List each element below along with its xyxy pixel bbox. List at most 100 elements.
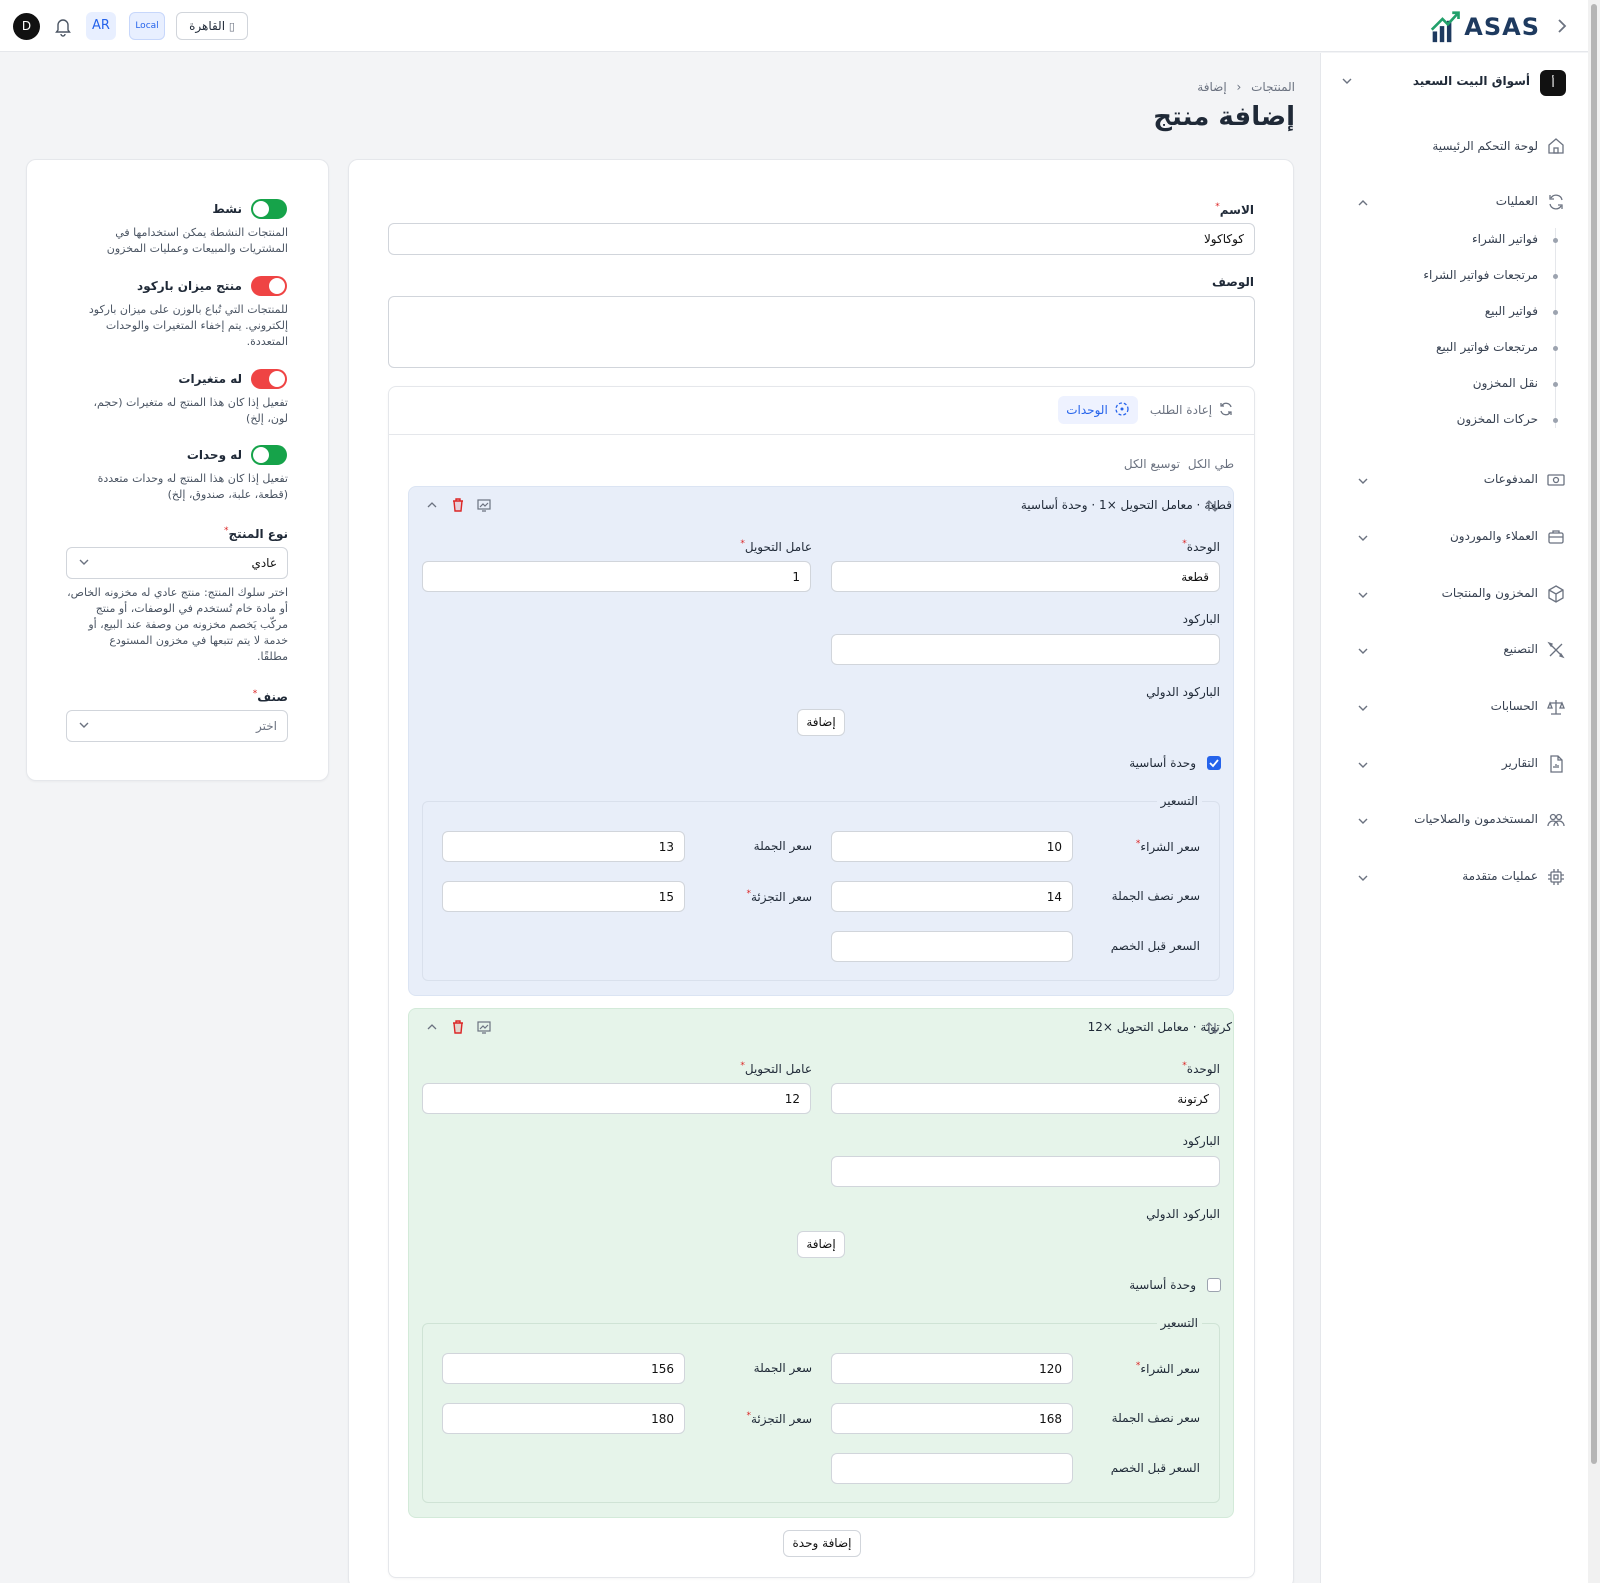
description-label: الوصف	[1211, 275, 1254, 289]
purchase-price-input[interactable]: 120	[831, 1353, 1073, 1384]
breadcrumb-root[interactable]: المنتجات	[1251, 80, 1295, 94]
name-input[interactable]: كوكاكولا	[388, 223, 1255, 255]
add-intl-barcode-button[interactable]: إضافة	[797, 709, 845, 736]
bell-icon[interactable]	[52, 15, 74, 37]
has-units-title: له وحدات	[186, 448, 242, 462]
name-label: الاسم*	[1215, 202, 1254, 217]
add-intl-barcode-button[interactable]: إضافة	[797, 1231, 845, 1258]
retail-price-input[interactable]: 180	[442, 1403, 685, 1434]
chart-icon[interactable]	[476, 497, 492, 513]
home-icon	[1546, 136, 1566, 156]
environment-badge[interactable]: Local	[129, 12, 165, 40]
chevron-up-icon[interactable]	[424, 497, 440, 513]
sidebar-item-advanced-operations[interactable]: عمليات متقدمة	[1462, 869, 1538, 883]
variants-toggle[interactable]	[251, 369, 287, 389]
sidebar-item-inventory-products[interactable]: المخزون والمنتجات	[1442, 586, 1538, 600]
chevron-down-icon[interactable]	[1356, 474, 1370, 488]
sidebar-subitem-purchase-returns[interactable]: مرتجعات فواتير الشراء	[1423, 268, 1538, 282]
chevron-down-icon	[77, 555, 91, 572]
semi-wholesale-price-input[interactable]: 14	[831, 881, 1073, 912]
wholesale-price-input[interactable]: 156	[442, 1353, 685, 1384]
submenu-dot	[1553, 310, 1558, 315]
sidebar-item-operations[interactable]: العمليات	[1496, 194, 1538, 208]
sort-icon[interactable]	[1204, 1020, 1220, 1039]
purchase-price-label: سعر الشراء*	[1135, 1361, 1200, 1376]
sidebar-item-users-permissions[interactable]: المستخدمون والصلاحيات	[1414, 812, 1538, 826]
chevron-right-icon[interactable]	[1552, 14, 1572, 38]
variants-title: له متغيرات	[178, 372, 242, 386]
units-icon	[1114, 401, 1130, 420]
sidebar-item-payments[interactable]: المدفوعات	[1484, 472, 1538, 486]
scale-product-toggle[interactable]	[251, 276, 287, 296]
refresh-icon	[1218, 401, 1234, 420]
store-avatar: أ	[1540, 70, 1566, 96]
chevron-down-icon[interactable]	[1356, 758, 1370, 772]
barcode-input[interactable]	[831, 634, 1220, 665]
tools-icon	[1546, 640, 1566, 660]
chevron-up-icon[interactable]	[424, 1019, 440, 1035]
sort-icon[interactable]	[1204, 498, 1220, 517]
retail-price-label: سعر التجزئة*	[746, 1411, 812, 1426]
product-type-value: عادي	[251, 556, 277, 570]
variants-description: تفعيل إذا كان هذا المنتج له متغيرات (حجم…	[93, 396, 288, 425]
chevron-down-icon[interactable]	[1356, 644, 1370, 658]
tab-units[interactable]: الوحدات	[1058, 396, 1138, 424]
user-avatar[interactable]: D	[13, 13, 40, 40]
base-unit-checkbox[interactable]	[1207, 1278, 1221, 1292]
retail-price-input[interactable]: 15	[442, 881, 685, 912]
before-discount-price-input[interactable]	[831, 931, 1073, 962]
factor-label: عامل التحويل*	[740, 539, 812, 554]
chevron-down-icon[interactable]	[1356, 701, 1370, 715]
add-unit-button[interactable]: إضافة وحدة	[783, 1530, 861, 1557]
collapse-all-link[interactable]: طي الكل	[1188, 457, 1234, 471]
trash-icon[interactable]	[450, 497, 466, 513]
category-select[interactable]: اختر	[66, 710, 288, 742]
submenu-dot	[1553, 346, 1558, 351]
language-button[interactable]: AR	[86, 12, 116, 40]
chevron-up-icon[interactable]	[1356, 196, 1370, 210]
chevron-down-icon[interactable]	[1356, 814, 1370, 828]
description-textarea[interactable]	[388, 296, 1255, 368]
purchase-price-input[interactable]: 10	[831, 831, 1073, 862]
chevron-down-icon[interactable]	[1356, 531, 1370, 545]
barcode-input[interactable]	[831, 1156, 1220, 1187]
sidebar-item-accounts[interactable]: الحسابات	[1491, 699, 1538, 713]
scrollbar-thumb[interactable]	[1591, 4, 1597, 1464]
unit-select[interactable]: قطعة	[831, 561, 1220, 592]
sidebar-item-dashboard[interactable]: لوحة التحكم الرئيسية	[1432, 139, 1538, 153]
sidebar-item-manufacturing[interactable]: التصنيع	[1503, 642, 1538, 656]
base-unit-checkbox[interactable]	[1207, 756, 1221, 770]
unit-label: الوحدة*	[1182, 539, 1220, 554]
factor-input[interactable]: 12	[422, 1083, 811, 1114]
wholesale-price-input[interactable]: 13	[442, 831, 685, 862]
trash-icon[interactable]	[450, 1019, 466, 1035]
tab-reorder-label: إعادة الطلب	[1149, 403, 1213, 417]
sidebar-subitem-purchase-invoices[interactable]: فواتير الشراء	[1472, 232, 1538, 246]
chart-icon[interactable]	[476, 1019, 492, 1035]
branch-selector[interactable]: ▯ القاهرة	[176, 12, 248, 40]
before-discount-price-input[interactable]	[831, 1453, 1073, 1484]
sidebar-subitem-sales-invoices[interactable]: فواتير البيع	[1485, 304, 1538, 318]
scale-icon	[1546, 697, 1566, 717]
sidebar-subitem-stock-transfer[interactable]: نقل المخزون	[1473, 376, 1538, 390]
sidebar-subitem-stock-movements[interactable]: حركات المخزون	[1457, 412, 1538, 426]
tab-reorder[interactable]: إعادة الطلب	[1148, 396, 1236, 424]
product-type-select[interactable]: عادي	[66, 547, 288, 579]
unit-label: الوحدة*	[1182, 1061, 1220, 1076]
sidebar-subitem-sales-returns[interactable]: مرتجعات فواتير البيع	[1436, 340, 1538, 354]
chevron-down-icon[interactable]	[1340, 74, 1356, 91]
sidebar-item-customers-suppliers[interactable]: العملاء والموردون	[1450, 529, 1538, 543]
chevron-down-icon[interactable]	[1356, 871, 1370, 885]
sidebar-item-reports[interactable]: التقارير	[1502, 756, 1538, 770]
store-name[interactable]: أسواق البيت السعيد	[1413, 74, 1530, 88]
chevron-down-icon[interactable]	[1356, 588, 1370, 602]
semi-wholesale-price-input[interactable]: 168	[831, 1403, 1073, 1434]
expand-all-link[interactable]: توسيع الكل	[1124, 457, 1180, 471]
active-toggle[interactable]	[251, 199, 287, 219]
page-title: إضافة منتج	[1153, 102, 1295, 132]
has-units-toggle[interactable]	[251, 445, 287, 465]
factor-input[interactable]: 1	[422, 561, 811, 592]
intl-barcode-label: الباركود الدولي	[1146, 1207, 1220, 1221]
unit-select[interactable]: كرتونة	[831, 1083, 1220, 1114]
breadcrumb-separator-icon: ‹	[1236, 80, 1242, 94]
